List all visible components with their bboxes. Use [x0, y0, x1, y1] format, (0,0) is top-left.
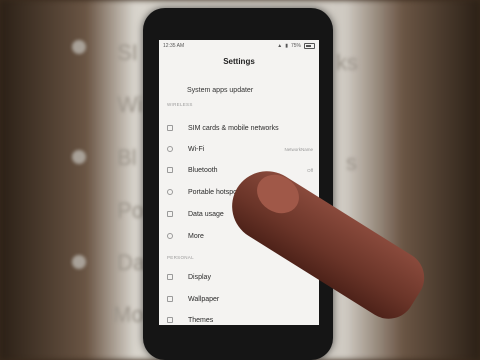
bg-text-data: Da [117, 250, 146, 275]
bluetooth-status: Off [307, 167, 313, 173]
settings-item-wifi[interactable]: Wi-Fi NetworkName [159, 140, 319, 158]
data-usage-icon [167, 211, 173, 217]
bg-text-more: Mo [113, 302, 144, 327]
bg-text-sim: SI [117, 40, 138, 65]
settings-item-wallpaper[interactable]: Wallpaper [159, 290, 319, 308]
settings-item-themes[interactable]: Themes [159, 311, 319, 325]
status-icons: ▲ ▮ 75% [277, 43, 315, 49]
settings-item-label: Bluetooth [188, 166, 218, 174]
bluetooth-icon [167, 167, 173, 173]
bg-icon-2 [72, 150, 86, 164]
page-title: Settings [223, 57, 255, 66]
settings-item-label: SIM cards & mobile networks [188, 124, 279, 132]
themes-icon [167, 317, 173, 323]
wifi-icon [167, 146, 173, 152]
settings-item-label: Wi-Fi [188, 145, 205, 153]
bg-icon-1 [72, 40, 86, 54]
bg-text-networks: ks [336, 50, 358, 75]
settings-item-bluetooth[interactable]: Bluetooth Off [159, 161, 319, 179]
bg-text-wifi: Wi [117, 92, 143, 117]
settings-item-sim[interactable]: SIM cards & mobile networks [159, 119, 319, 137]
settings-item-label: Display [188, 273, 211, 281]
battery-percent: 75% [290, 43, 301, 49]
hotspot-icon [167, 189, 173, 195]
system-apps-updater[interactable]: System apps updater [187, 87, 253, 94]
status-time: 12:35 AM [163, 43, 185, 49]
settings-item-label: Wallpaper [188, 295, 220, 303]
status-bar: 12:35 AM ▲ ▮ 75% [159, 40, 319, 52]
settings-item-label: More [188, 232, 204, 240]
bg-icon-3 [72, 255, 86, 269]
more-icon [167, 233, 173, 239]
wifi-signal-icon: ▲ [277, 43, 283, 49]
settings-item-display[interactable]: Display [159, 268, 319, 286]
settings-item-label: Portable hotspot [188, 188, 239, 196]
settings-item-label: Data usage [188, 210, 224, 218]
wifi-network-name: NetworkName [284, 146, 313, 152]
battery-icon [304, 43, 315, 49]
settings-item-label: Themes [188, 316, 214, 324]
section-header-wireless: WIRELESS [167, 102, 193, 107]
bg-text-bluetooth: Bl [117, 145, 137, 170]
section-header-personal: PERSONAL [167, 255, 194, 260]
bg-text-off: s [346, 150, 357, 175]
cell-signal-icon: ▮ [285, 43, 288, 49]
sim-icon [167, 125, 173, 131]
wallpaper-icon [167, 296, 173, 302]
bg-text-portable: Po [117, 198, 144, 223]
display-icon [167, 274, 173, 280]
